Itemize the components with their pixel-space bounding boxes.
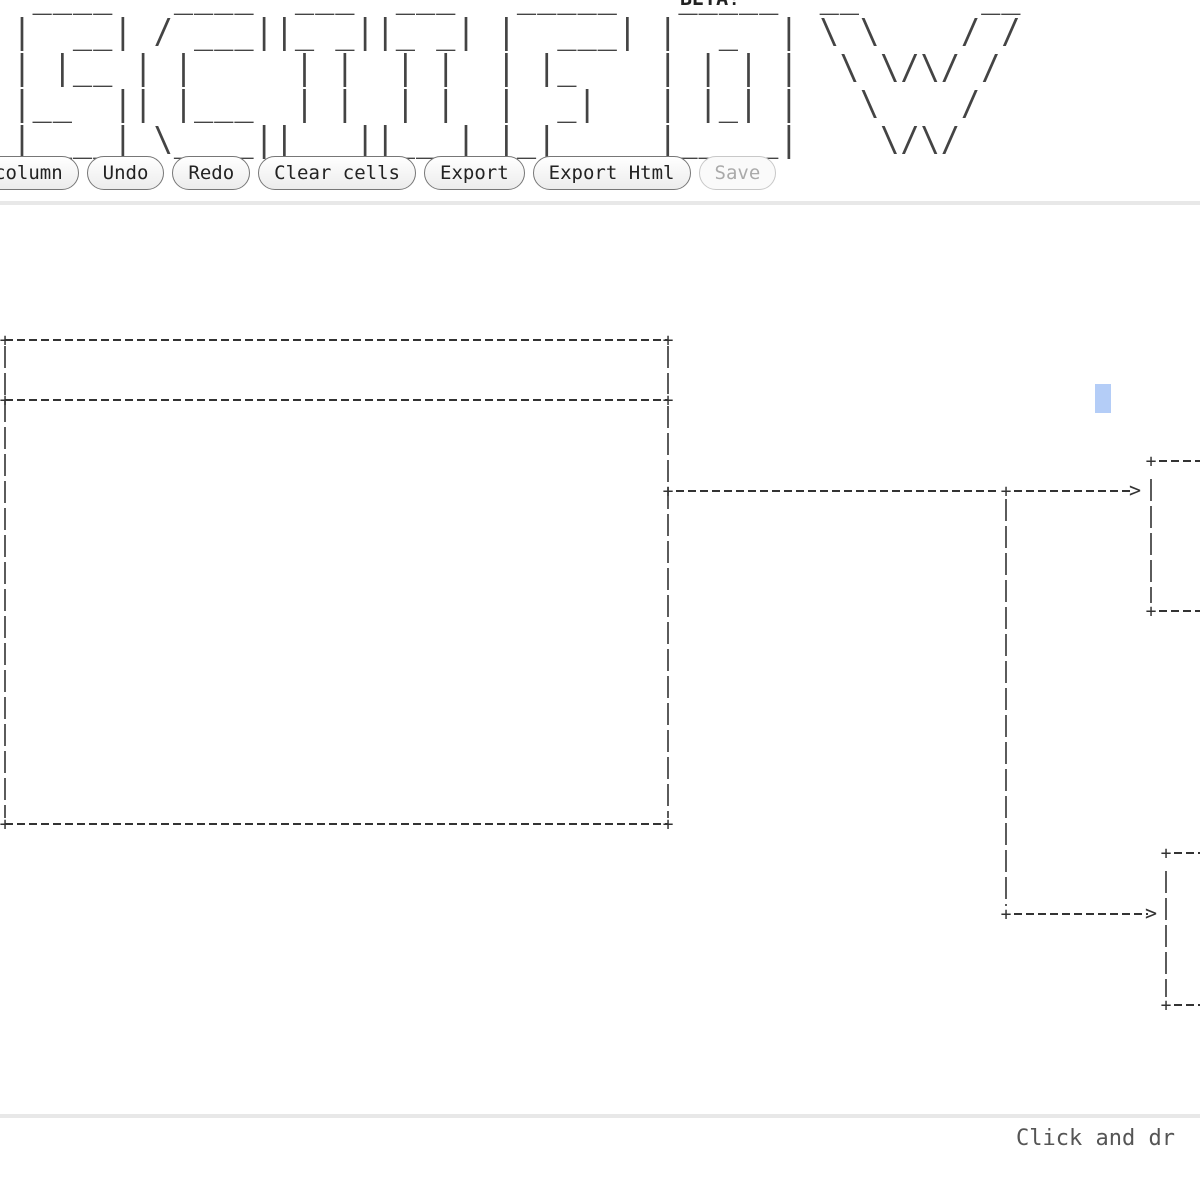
save-button: Save [698, 156, 777, 190]
right-box-top-corner-tl: + [1146, 451, 1157, 472]
redo-button[interactable]: Redo [172, 156, 251, 190]
right-box-top-corner-bl: + [1146, 601, 1157, 622]
undo-button[interactable]: Undo [86, 156, 165, 190]
ascii-diagram: + ++ ++ ++ + >+ >++++ [0, 330, 1200, 1016]
box-corner-bl: + [0, 814, 11, 835]
cell-cursor [1095, 384, 1111, 413]
add-column-button[interactable]: column [0, 156, 79, 190]
box-corner-br: + [663, 814, 674, 835]
right-box-bottom-corner-tl: + [1161, 843, 1172, 864]
export-html-button[interactable]: Export Html [532, 156, 691, 190]
status-hint: Click and dr [1016, 1126, 1175, 1151]
box-corner-tr: + [663, 330, 674, 351]
canvas-bottom-divider [0, 1114, 1200, 1118]
box-corner-mr: + [663, 390, 674, 411]
connector-start-plus: + [663, 481, 674, 502]
box-corner-ml: + [0, 390, 11, 411]
toolbar: column Undo Redo Clear cells Export Export Ht… [0, 156, 784, 192]
arrowhead-to-box-bottom: > [1145, 901, 1157, 925]
clear-cells-button[interactable]: Clear cells [258, 156, 417, 190]
connector-junction-top: + [1001, 481, 1012, 502]
beta-badge: BETA! [680, 0, 740, 10]
right-box-bottom-corner-bl: + [1161, 995, 1172, 1016]
arrowhead-to-box-top: > [1129, 478, 1141, 502]
app-viewport: ____ ____ ___ ___ _____ _____ __ __ | __… [0, 0, 1200, 1200]
asciiflow-logo: ____ ____ ___ ___ _____ _____ __ __ | __… [12, 0, 1022, 160]
connector-junction-bottom: + [1001, 904, 1012, 925]
drawing-canvas[interactable]: + + + + + + + + > + > + + + + [0, 205, 1200, 1114]
box-corner-tl: + [0, 330, 11, 351]
export-button[interactable]: Export [424, 156, 525, 190]
